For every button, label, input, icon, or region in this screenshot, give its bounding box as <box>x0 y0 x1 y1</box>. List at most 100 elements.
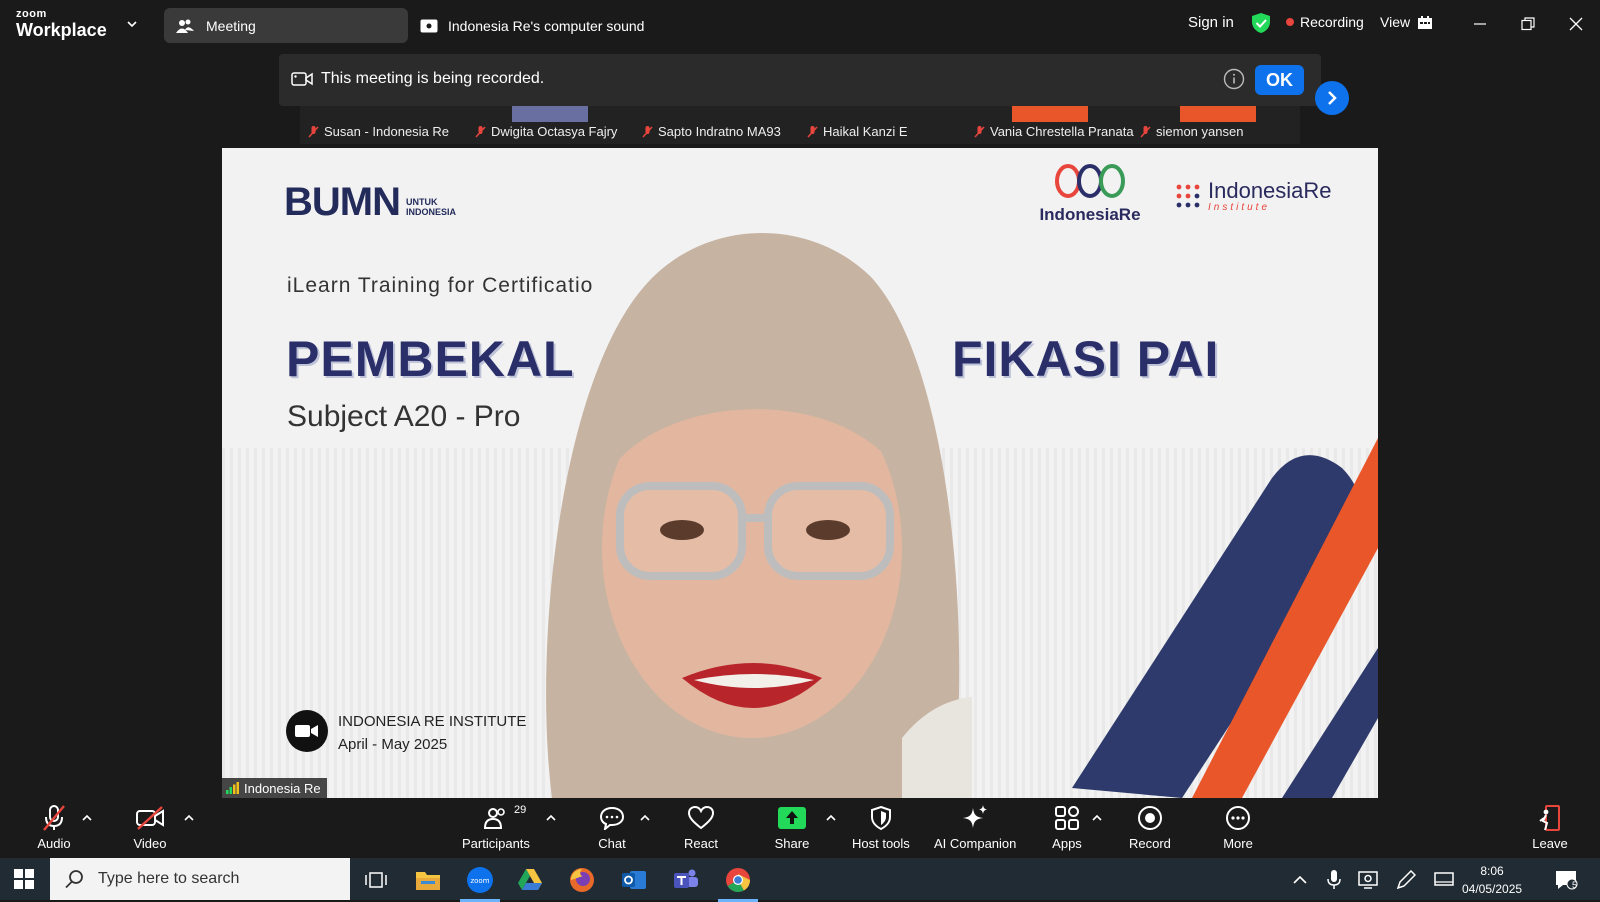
chevron-up-icon[interactable] <box>546 814 556 822</box>
microphone-icon[interactable] <box>1320 866 1348 894</box>
more-button[interactable]: More <box>1220 804 1256 851</box>
windows-taskbar: Type here to search zoom 8:06 04/05/2025… <box>0 858 1600 902</box>
pen-icon[interactable] <box>1392 866 1420 894</box>
mic-muted-icon <box>475 125 486 138</box>
chat-label: Chat <box>598 836 626 851</box>
participant-name: Sapto Indratno MA93 <box>658 124 781 139</box>
meeting-toolbar: Audio Video 29 Participants Chat React S… <box>0 800 1600 858</box>
apps-grid-icon <box>1049 804 1085 832</box>
participant-name: siemon yansen <box>1156 124 1244 139</box>
ok-button[interactable]: OK <box>1255 65 1304 95</box>
participant-tile[interactable]: Dwigita Octasya Fajry <box>475 124 617 139</box>
taskbar-search-box[interactable]: Type here to search <box>50 858 350 900</box>
outlook-icon[interactable] <box>620 866 648 894</box>
video-label: Video <box>133 836 167 851</box>
recording-dot-icon <box>1286 18 1294 26</box>
tab-sound-label: Indonesia Re's computer sound <box>448 17 645 34</box>
react-button[interactable]: React <box>683 804 719 851</box>
title-bar: zoom Workplace Meeting Indonesia Re's co… <box>0 0 1600 50</box>
participant-name: Haikal Kanzi E <box>823 124 908 139</box>
more-label: More <box>1223 836 1253 851</box>
teams-icon[interactable] <box>672 866 700 894</box>
apps-label: Apps <box>1052 836 1082 851</box>
leave-button[interactable]: Leave <box>1532 804 1568 851</box>
share-screen-icon <box>774 804 810 832</box>
apps-button[interactable]: Apps <box>1049 804 1085 851</box>
google-drive-icon[interactable] <box>516 866 544 894</box>
participant-tile[interactable]: siemon yansen <box>1140 124 1243 139</box>
windows-start-icon[interactable] <box>14 869 34 889</box>
slide-period: April - May 2025 <box>338 735 448 753</box>
zoom-workplace-logo[interactable]: zoom Workplace <box>16 9 107 40</box>
view-button[interactable]: View <box>1380 14 1433 30</box>
info-icon[interactable] <box>1223 68 1245 90</box>
indonesia-re-logo: IndonesiaRe <box>1030 164 1150 225</box>
participant-tile[interactable]: Susan - Indonesia Re <box>308 124 449 139</box>
main-video-area[interactable]: BUMN UNTUK INDONESIA IndonesiaRe Indonesi… <box>222 148 1378 798</box>
participant-strip: Susan - Indonesia Re Dwigita Octasya Faj… <box>300 100 1300 144</box>
clock-time: 8:06 <box>1480 864 1504 878</box>
firefox-icon[interactable] <box>568 866 596 894</box>
shield-check-icon[interactable] <box>1250 12 1272 34</box>
share-button[interactable]: Share <box>774 804 810 851</box>
chevron-up-icon[interactable] <box>82 814 92 822</box>
ai-companion-button[interactable]: AI Companion <box>934 804 1016 851</box>
chevron-right-icon <box>1328 91 1337 105</box>
display-icon[interactable] <box>1430 866 1458 894</box>
host-tools-button[interactable]: Host tools <box>852 804 910 851</box>
participant-tile[interactable]: Haikal Kanzi E <box>807 124 908 139</box>
recording-indicator[interactable]: Recording <box>1286 14 1364 30</box>
chevron-up-icon[interactable] <box>640 814 650 822</box>
chevron-up-icon[interactable] <box>826 814 836 822</box>
next-page-button[interactable] <box>1315 81 1349 115</box>
heart-icon <box>683 804 719 832</box>
slide-decorative-stripes <box>1072 388 1378 798</box>
sparkle-icon <box>957 804 993 832</box>
institute-logo-label: IndonesiaRe <box>1208 178 1332 203</box>
task-view-icon[interactable] <box>362 866 390 894</box>
indonesia-re-logo-label: IndonesiaRe <box>1039 205 1141 224</box>
chevron-up-icon[interactable] <box>1286 866 1314 894</box>
notification-icon[interactable]: 5 <box>1552 866 1580 894</box>
search-placeholder: Type here to search <box>98 870 240 887</box>
audio-button[interactable]: Audio <box>36 804 72 851</box>
zoom-app-icon[interactable]: zoom <box>460 866 500 902</box>
participant-tile[interactable]: Sapto Indratno MA93 <box>642 124 781 139</box>
taskbar-clock[interactable]: 8:06 04/05/2025 <box>1462 862 1522 898</box>
screen-capture-icon[interactable] <box>1354 866 1382 894</box>
tab-meeting[interactable]: Meeting <box>164 8 408 43</box>
mic-muted-icon <box>807 125 818 138</box>
mic-muted-icon <box>308 125 319 138</box>
svg-text:zoom: zoom <box>470 877 489 885</box>
indonesia-re-institute-logo: IndonesiaRe Institute <box>1176 180 1332 213</box>
logo-workplace-text: Workplace <box>16 20 107 40</box>
video-off-icon <box>132 804 168 832</box>
shield-icon <box>863 804 899 832</box>
tab-computer-sound[interactable]: Indonesia Re's computer sound <box>420 8 644 43</box>
chevron-up-icon[interactable] <box>1092 814 1102 822</box>
bumn-logo: BUMN UNTUK INDONESIA <box>284 182 456 222</box>
video-button[interactable]: Video <box>132 804 168 851</box>
bumn-logo-subtext: UNTUK INDONESIA <box>405 197 456 222</box>
participants-count: 29 <box>513 804 527 816</box>
record-button[interactable]: Record <box>1129 804 1171 851</box>
bumn-sub-2: INDONESIA <box>405 207 456 218</box>
indonesia-re-rings-icon <box>1055 164 1125 198</box>
mic-muted-icon <box>974 125 985 138</box>
chevron-up-icon[interactable] <box>184 814 194 822</box>
participant-tile[interactable]: Vania Chrestella Pranata <box>974 124 1134 139</box>
slide-institute-name: INDONESIA RE INSTITUTE <box>338 713 527 730</box>
react-label: React <box>684 836 718 851</box>
minimize-icon[interactable] <box>1468 12 1492 36</box>
sign-in-link[interactable]: Sign in <box>1188 14 1234 31</box>
chrome-icon[interactable] <box>718 866 758 902</box>
participants-button[interactable]: 29 Participants <box>462 804 530 851</box>
share-label: Share <box>774 836 810 851</box>
video-camera-icon <box>291 72 313 86</box>
file-explorer-icon[interactable] <box>414 866 442 894</box>
restore-icon[interactable] <box>1516 12 1540 36</box>
close-icon[interactable] <box>1564 12 1588 36</box>
host-tools-label: Host tools <box>852 836 910 851</box>
chevron-down-icon[interactable] <box>126 18 138 30</box>
chat-button[interactable]: Chat <box>594 804 630 851</box>
